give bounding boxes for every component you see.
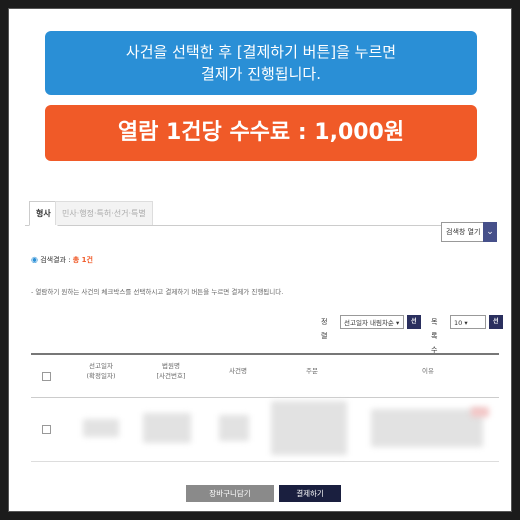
tab-criminal[interactable]: 형사 [29, 201, 58, 226]
bullet-icon: ◉ [31, 255, 38, 264]
sort-select-value: 선고일자 내림차순 [344, 319, 394, 327]
result-label: 검색결과 : [40, 256, 73, 264]
search-toggle-button[interactable]: 검색창 열기 [441, 222, 486, 242]
redacted-order [271, 401, 347, 455]
redacted-case-name [219, 415, 249, 441]
pay-button[interactable]: 결제하기 [279, 485, 341, 502]
sort-select[interactable]: 선고일자 내림차순 ▾ [340, 315, 404, 329]
page-size-select[interactable]: 10 ▾ [450, 315, 486, 329]
page-size-label: 목록수 [431, 318, 438, 354]
add-to-cart-button[interactable]: 장바구니담기 [186, 485, 274, 502]
select-all-checkbox[interactable] [42, 372, 51, 381]
header-reason: 이유 [422, 367, 434, 375]
header-date: 선고일자 (확정일자) [71, 361, 131, 381]
search-result-summary: ◉ 검색결과 : 총 1건 [31, 255, 93, 265]
redacted-date [83, 419, 119, 437]
instruction-banner: 사건을 선택한 후 [결제하기 버튼]을 누르면 결제가 진행됩니다. [45, 31, 477, 95]
instruction-line-2: 결제가 진행됩니다. [201, 65, 321, 83]
header-case-name: 사건명 [229, 367, 247, 375]
header-court: 법원명 [사건번호] [141, 361, 201, 381]
table-row[interactable] [31, 395, 499, 462]
header-order: 주문 [306, 367, 318, 375]
header-date-line2: (확정일자) [86, 372, 116, 380]
sort-apply-button[interactable]: 선택 [407, 315, 421, 339]
header-court-line1: 법원명 [162, 362, 180, 370]
case-type-tabs: 형사 민사·행정·특허·선거·특별 [25, 201, 497, 226]
redacted-reason [371, 409, 483, 447]
header-court-line2: [사건번호] [156, 372, 186, 380]
instruction-line-1: 사건을 선택한 후 [결제하기 버튼]을 누르면 [125, 43, 397, 61]
tab-civil-admin[interactable]: 민사·행정·특허·선거·특별 [55, 201, 153, 225]
row-checkbox[interactable] [42, 425, 51, 434]
result-count: 총 1건 [72, 256, 93, 264]
page-size-apply-button[interactable]: 선택 [489, 315, 503, 339]
page-size-value: 10 [454, 319, 463, 327]
header-date-line1: 선고일자 [89, 362, 113, 370]
screenshot-frame: 사건을 선택한 후 [결제하기 버튼]을 누르면 결제가 진행됩니다. 열람 1… [8, 8, 512, 512]
fee-banner: 열람 1건당 수수료 : 1,000원 [45, 105, 477, 161]
chevron-down-icon[interactable]: ⌄ [483, 222, 497, 242]
table-header: 선고일자 (확정일자) 법원명 [사건번호] 사건명 주문 이유 [31, 353, 499, 398]
redacted-reason-highlight [471, 407, 489, 417]
instruction-text: - 열람하기 원하는 사건의 체크박스를 선택하시고 결제하기 버튼을 누르면 … [31, 288, 284, 296]
redacted-court [143, 413, 191, 443]
sort-label: 정렬 [321, 318, 328, 340]
